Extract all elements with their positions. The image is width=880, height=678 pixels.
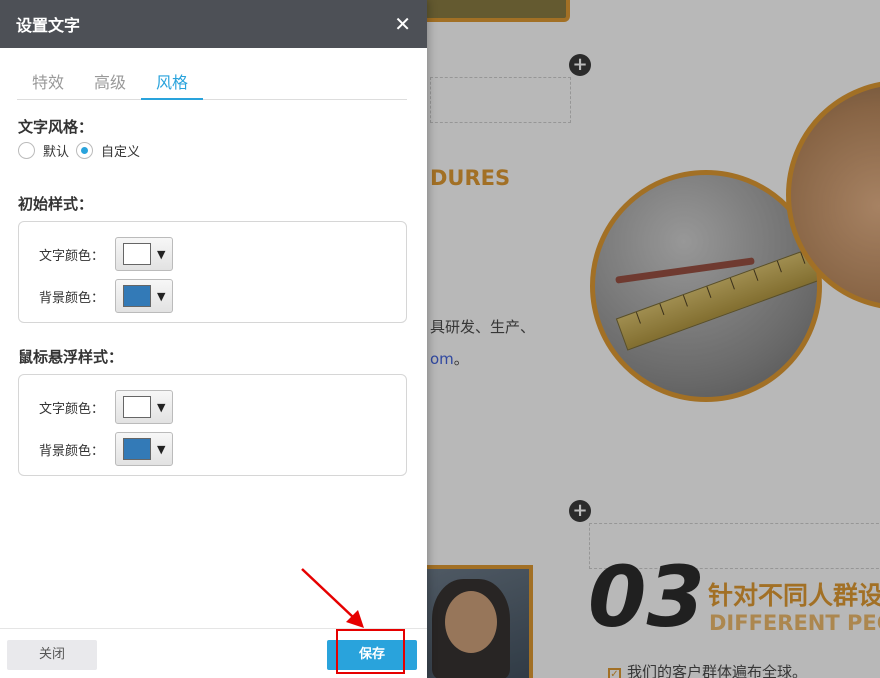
hover-bg-color-picker[interactable]: ▼ [115, 432, 173, 466]
red-arrow-annotation [301, 568, 364, 628]
color-swatch [123, 438, 151, 460]
initial-style-label: 初始样式： [18, 195, 94, 213]
caret-down-icon: ▼ [157, 400, 166, 414]
initial-bg-color-picker[interactable]: ▼ [115, 279, 173, 313]
caret-down-icon: ▼ [157, 442, 166, 456]
hover-text-color-picker[interactable]: ▼ [115, 390, 173, 424]
initial-bg-color-label: 背景颜色： [39, 290, 105, 306]
hover-style-label: 鼠标悬浮样式： [18, 348, 124, 366]
radio-custom[interactable] [76, 142, 94, 159]
color-swatch [123, 243, 151, 265]
caret-down-icon: ▼ [157, 289, 166, 303]
hover-bg-color-label: 背景颜色： [39, 443, 105, 459]
color-swatch [123, 285, 151, 307]
radio-default[interactable] [18, 142, 35, 159]
hover-text-color-label: 文字颜色： [39, 401, 105, 417]
hover-bg-color-row: 背景颜色： ▼ [39, 432, 173, 466]
tab-style[interactable]: 风格 [141, 70, 204, 100]
tab-effects[interactable]: 特效 [17, 70, 79, 100]
dialog-title: 设置文字 [16, 16, 81, 35]
initial-text-color-picker[interactable]: ▼ [115, 237, 173, 271]
initial-text-color-label: 文字颜色： [39, 248, 105, 264]
hover-text-color-row: 文字颜色： ▼ [39, 390, 173, 424]
close-button[interactable]: 关闭 [7, 640, 97, 670]
initial-bg-color-row: 背景颜色： ▼ [39, 279, 173, 313]
text-style-options: 默认 自定义 [18, 141, 147, 160]
dialog-tabs: 特效 高级 风格 [17, 70, 407, 100]
tab-advanced[interactable]: 高级 [79, 70, 141, 100]
text-style-label: 文字风格： [18, 118, 94, 136]
radio-default-label: 默认 [43, 145, 70, 160]
caret-down-icon: ▼ [157, 247, 166, 261]
color-swatch [123, 396, 151, 418]
radio-custom-label: 自定义 [101, 145, 141, 160]
initial-text-color-row: 文字颜色： ▼ [39, 237, 173, 271]
hover-style-group: 文字颜色： ▼ 背景颜色： ▼ [18, 374, 407, 476]
close-icon[interactable]: ✕ [394, 14, 411, 34]
save-highlight-box [336, 629, 405, 674]
dialog-header: 设置文字 ✕ [0, 0, 427, 48]
initial-style-group: 文字颜色： ▼ 背景颜色： ▼ [18, 221, 407, 323]
